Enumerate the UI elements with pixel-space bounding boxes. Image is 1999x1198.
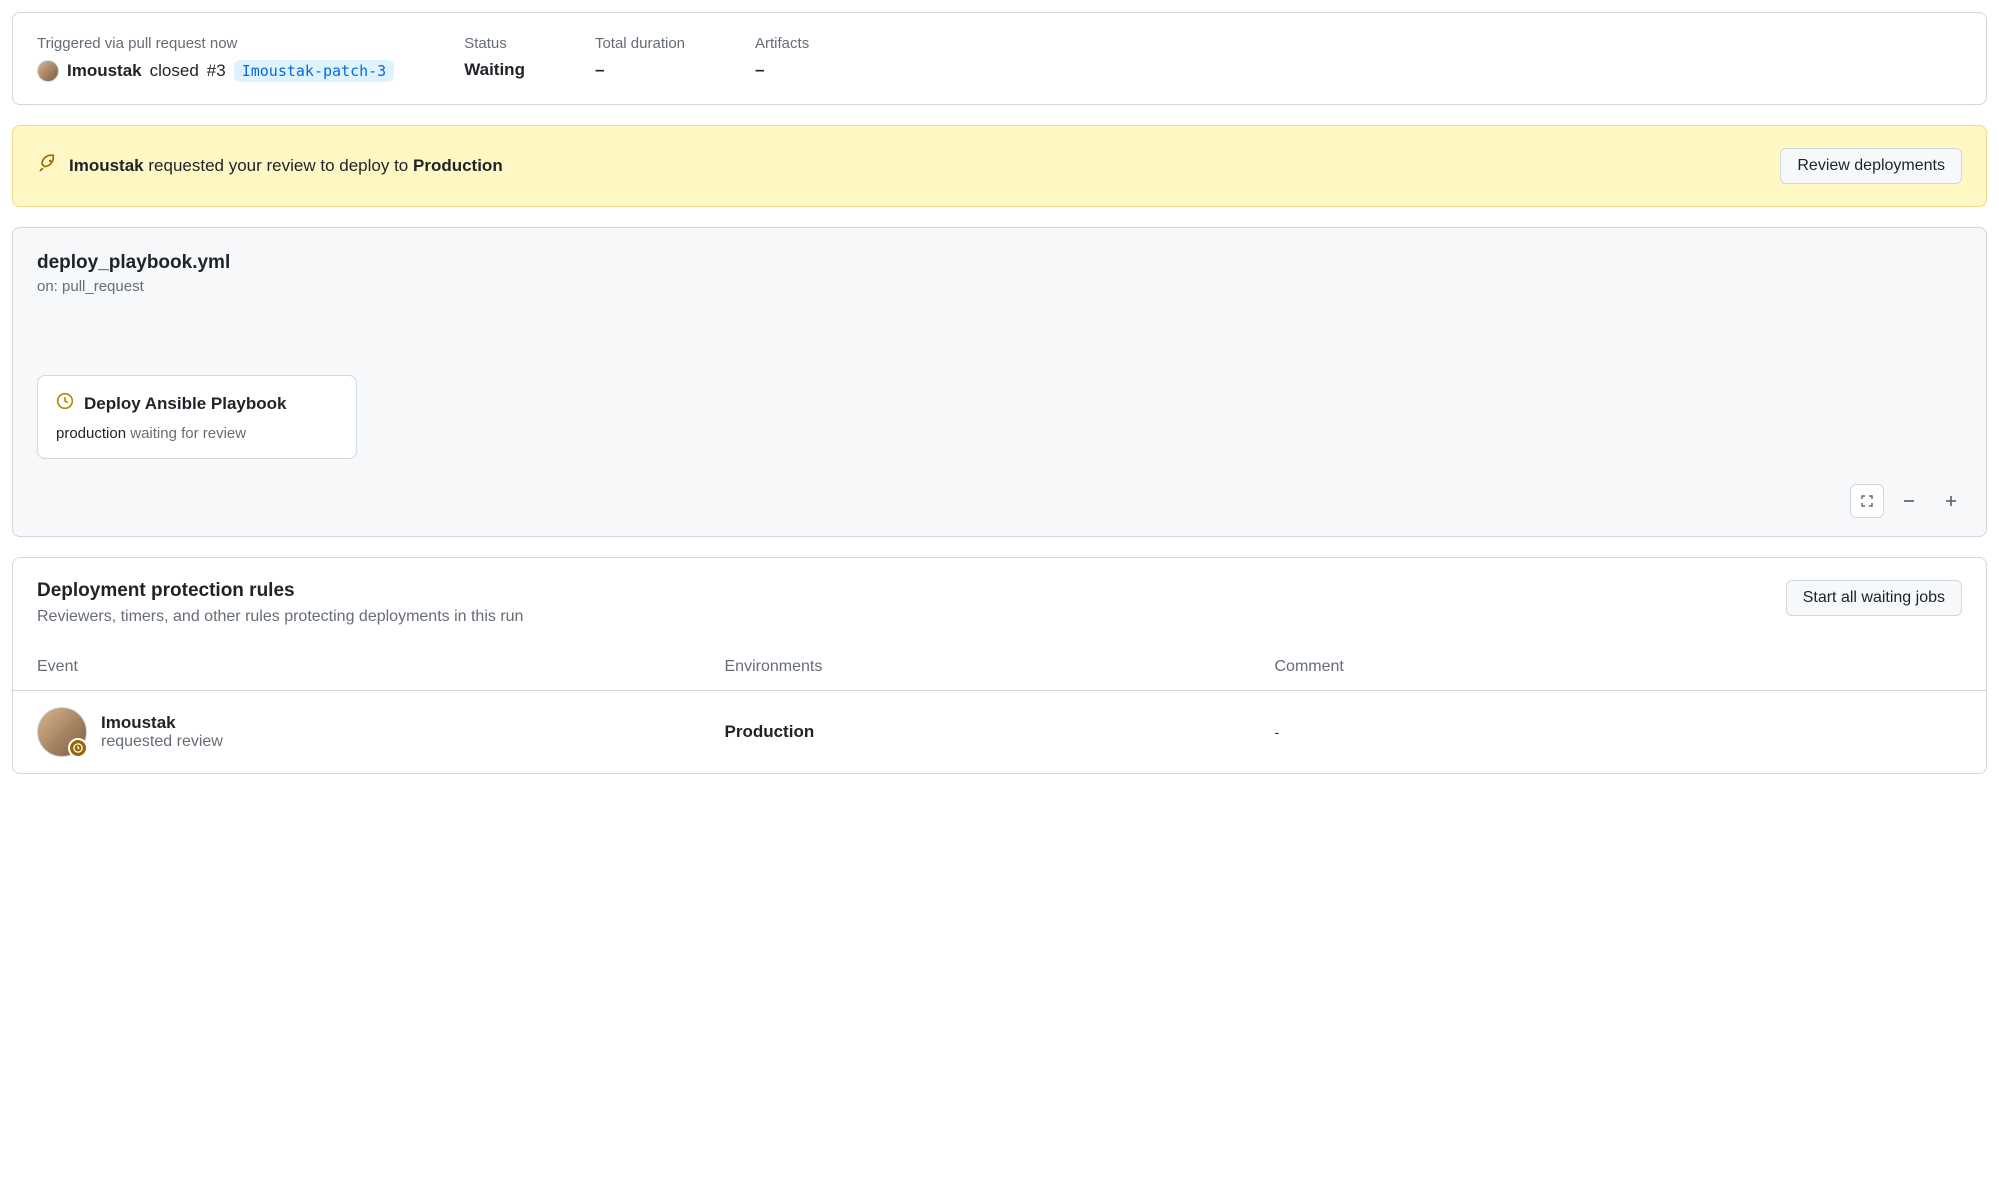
on-event: pull_request (62, 278, 144, 295)
status-value: Waiting (464, 60, 525, 80)
protection-rules-card: Deployment protection rules Reviewers, t… (12, 557, 1987, 774)
rules-title: Deployment protection rules (37, 580, 523, 602)
rocket-icon (37, 154, 57, 179)
run-summary-card: Triggered via pull request now Imoustak … (12, 12, 1987, 105)
actor-link[interactable]: Imoustak (67, 61, 142, 81)
start-all-waiting-jobs-button[interactable]: Start all waiting jobs (1786, 580, 1962, 616)
workflow-graph-card: deploy_playbook.yml on: pull_request Dep… (12, 227, 1987, 537)
rules-heading-block: Deployment protection rules Reviewers, t… (37, 580, 523, 626)
triggered-label: Triggered via pull request now (37, 35, 394, 52)
review-deployments-button[interactable]: Review deployments (1780, 148, 1962, 184)
status-section: Status Waiting (464, 35, 525, 82)
artifacts-value: – (755, 60, 809, 80)
event-actor[interactable]: Imoustak (101, 713, 223, 733)
rules-subtitle: Reviewers, timers, and other rules prote… (37, 608, 523, 626)
fullscreen-button[interactable] (1850, 484, 1884, 518)
duration-value: – (595, 60, 685, 80)
workflow-file-name: deploy_playbook.yml (37, 252, 1962, 274)
banner-message: Imoustak requested your review to deploy… (69, 156, 503, 176)
header-environments: Environments (725, 658, 1275, 676)
rules-header: Deployment protection rules Reviewers, t… (13, 558, 1986, 644)
artifacts-label: Artifacts (755, 35, 809, 52)
banner-middle: requested your review to deploy to (148, 156, 408, 175)
banner-target: Production (413, 156, 503, 175)
job-name: Deploy Ansible Playbook (84, 394, 286, 414)
clock-badge-icon (68, 738, 88, 758)
job-status-text: waiting for review (130, 425, 246, 442)
review-request-banner: Imoustak requested your review to deploy… (12, 125, 1987, 207)
zoom-out-button[interactable] (1892, 484, 1926, 518)
zoom-controls (1850, 484, 1968, 518)
event-sub: requested review (101, 733, 223, 751)
branch-label[interactable]: Imoustak-patch-3 (234, 60, 395, 82)
event-cell: Imoustak requested review (37, 707, 725, 757)
job-title-row: Deploy Ansible Playbook (56, 392, 338, 415)
action-text: closed (150, 61, 199, 81)
avatar[interactable] (37, 707, 87, 757)
workflow-on-row: on: pull_request (37, 278, 1962, 295)
rules-table-header: Event Environments Comment (13, 644, 1986, 691)
duration-label: Total duration (595, 35, 685, 52)
job-environment: production (56, 425, 126, 442)
job-status-row: production waiting for review (56, 425, 338, 442)
artifacts-section: Artifacts – (755, 35, 809, 82)
job-card[interactable]: Deploy Ansible Playbook production waiti… (37, 375, 357, 459)
triggered-row: Imoustak closed #3 Imoustak-patch-3 (37, 60, 394, 82)
zoom-in-button[interactable] (1934, 484, 1968, 518)
header-event: Event (37, 658, 725, 676)
triggered-section: Triggered via pull request now Imoustak … (37, 35, 394, 82)
environment-cell: Production (725, 722, 1275, 742)
comment-cell: - (1275, 724, 1963, 740)
clock-waiting-icon (56, 392, 74, 415)
banner-actor[interactable]: Imoustak (69, 156, 144, 175)
header-comment: Comment (1275, 658, 1963, 676)
status-label: Status (464, 35, 525, 52)
avatar[interactable] (37, 60, 59, 82)
on-prefix: on: (37, 278, 58, 295)
table-row: Imoustak requested review Production - (13, 691, 1986, 773)
banner-text: Imoustak requested your review to deploy… (37, 154, 503, 179)
event-text: Imoustak requested review (101, 713, 223, 751)
pr-number-link[interactable]: #3 (207, 61, 226, 81)
duration-section: Total duration – (595, 35, 685, 82)
